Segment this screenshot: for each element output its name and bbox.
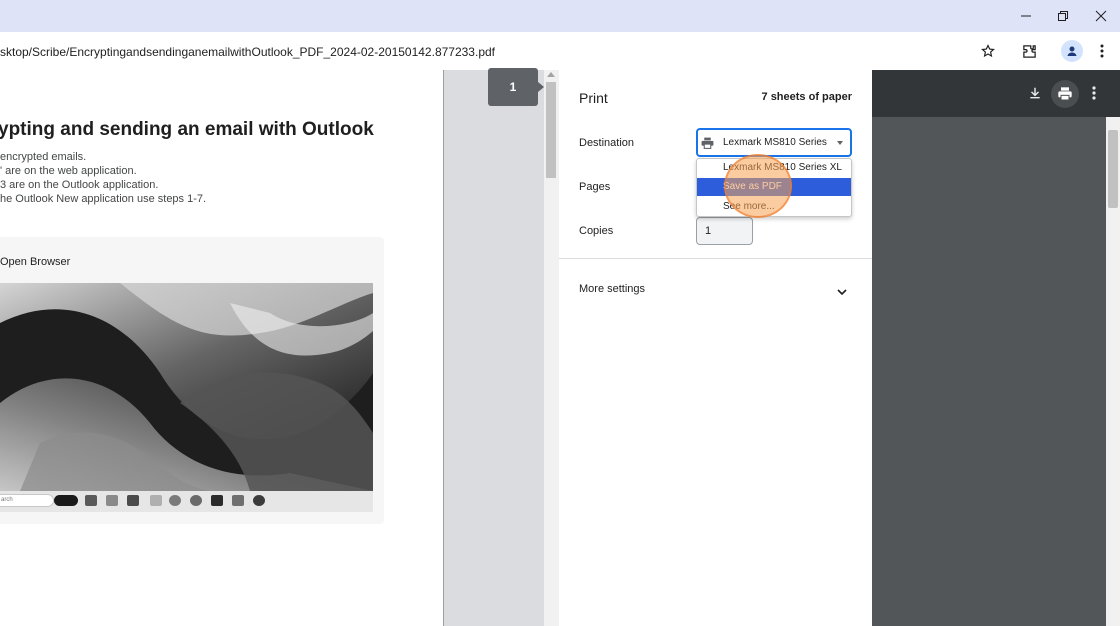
print-title: Print	[579, 90, 608, 106]
restore-icon[interactable]	[1044, 0, 1082, 32]
more-icon[interactable]	[1082, 81, 1106, 105]
taskbar-app-icon	[190, 495, 202, 506]
destination-value: Lexmark MS810 Series X	[723, 137, 827, 148]
sheet-count: 7 sheets of paper	[761, 91, 852, 103]
pages-label: Pages	[579, 181, 611, 193]
taskbar-app-icon	[150, 495, 162, 506]
taskbar-app-icon	[253, 495, 265, 506]
star-icon[interactable]	[976, 39, 1000, 63]
print-icon[interactable]	[1053, 82, 1077, 106]
chevron-down-icon[interactable]	[836, 284, 848, 302]
profile-icon[interactable]	[1061, 40, 1083, 62]
menu-icon[interactable]	[1090, 39, 1114, 63]
preview-scrollbar-thumb[interactable]	[546, 82, 556, 178]
close-icon[interactable]	[1082, 0, 1120, 32]
url-text[interactable]: sktop/Scribe/Encryptingandsendinganemail…	[0, 45, 495, 59]
taskbar-app-icon	[106, 495, 118, 506]
document-line: ' are on the web application.	[0, 165, 137, 177]
scroll-up-arrow-icon[interactable]	[547, 72, 555, 77]
taskbar-app-icon	[85, 495, 97, 506]
chevron-down-icon	[837, 141, 843, 145]
click-highlight	[724, 154, 792, 218]
document-title: ypting and sending an email with Outlook	[0, 119, 374, 140]
window-titlebar	[0, 0, 1120, 32]
page-number-badge: 1	[488, 68, 538, 106]
download-icon[interactable]	[1023, 81, 1047, 105]
copies-input[interactable]: 1	[696, 217, 753, 245]
preview-background	[444, 70, 559, 626]
step-label: Open Browser	[0, 256, 71, 268]
more-settings-toggle[interactable]: More settings	[579, 283, 645, 295]
taskbar-app-icon	[127, 495, 139, 506]
taskbar-app-icon	[54, 495, 78, 506]
copies-label: Copies	[579, 225, 614, 237]
minimize-icon[interactable]	[1007, 0, 1045, 32]
destination-label: Destination	[579, 137, 635, 149]
taskbar-search: arch	[0, 494, 54, 507]
taskbar-app-icon	[169, 495, 181, 506]
document-line: he Outlook New application use steps 1-7…	[0, 193, 207, 205]
taskbar-app-icon	[232, 495, 244, 506]
taskbar-app-icon	[211, 495, 223, 506]
document-line: encrypted emails.	[0, 151, 87, 163]
pdf-viewer-background	[872, 70, 1120, 626]
printer-icon	[701, 136, 714, 154]
extensions-icon[interactable]	[1017, 39, 1041, 63]
wallpaper-image	[0, 283, 373, 491]
panel-divider	[559, 258, 872, 259]
document-line: 3 are on the Outlook application.	[0, 179, 159, 191]
viewer-scrollbar-thumb[interactable]	[1108, 130, 1118, 208]
